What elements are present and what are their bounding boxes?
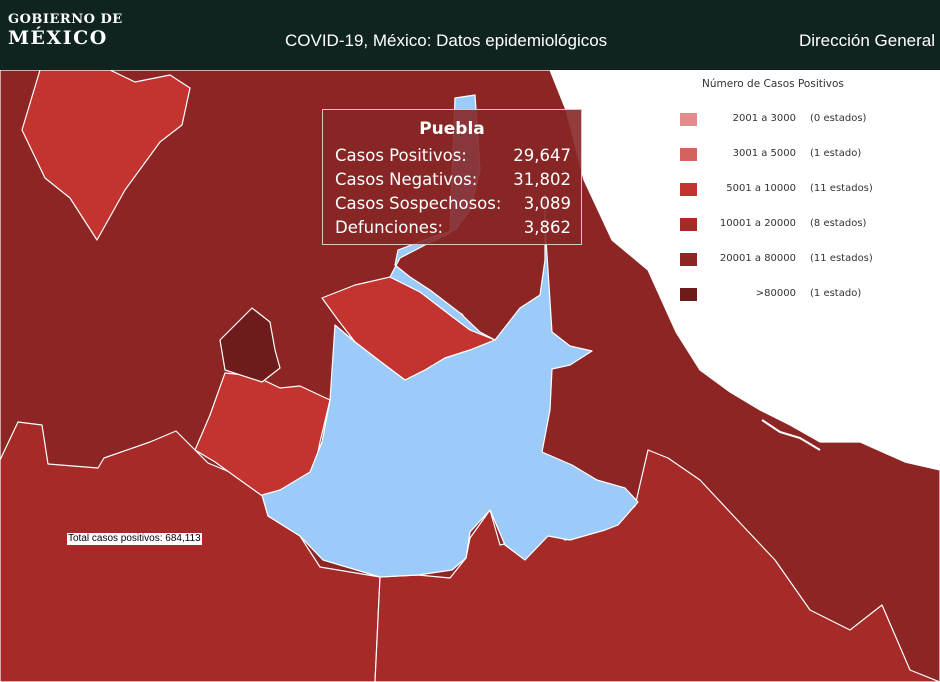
top-header: GOBIERNO DE MÉXICO COVID-19, México: Dat… (0, 0, 940, 70)
legend-range: >80000 (755, 288, 796, 299)
legend-swatch (680, 253, 697, 266)
legend-range: 20001 a 80000 (719, 253, 796, 264)
legend-item[interactable]: 20001 a 80000 (11 estados) (680, 251, 910, 267)
tooltip-value: 31,802 (513, 170, 571, 189)
legend-count: (8 estados) (810, 218, 867, 229)
tooltip-row: Casos Positivos: 29,647 (335, 146, 571, 168)
tooltip-row: Casos Sospechosos: 3,089 (335, 194, 571, 216)
tooltip-value: 3,862 (523, 218, 571, 237)
legend-range: 3001 a 5000 (732, 148, 796, 159)
tooltip-label: Casos Sospechosos: (335, 194, 502, 213)
legend-swatch (680, 218, 697, 231)
tooltip-label: Casos Negativos: (335, 170, 478, 189)
tooltip-value: 3,089 (523, 194, 571, 213)
state-tooltip: Puebla Casos Positivos: 29,647 Casos Neg… (322, 109, 582, 245)
legend-swatch (680, 288, 697, 301)
logo-line-1: GOBIERNO DE (8, 12, 123, 27)
legend-title: Número de Casos Positivos (702, 78, 844, 90)
legend-range: 2001 a 3000 (732, 113, 796, 124)
tooltip-row: Casos Negativos: 31,802 (335, 170, 571, 192)
tooltip-state-name: Puebla (419, 119, 485, 139)
legend-swatch (680, 113, 697, 126)
tooltip-label: Defunciones: (335, 218, 444, 237)
app-title: COVID-19, México: Datos epidemiológicos (285, 31, 608, 50)
legend-item[interactable]: 3001 a 5000 (1 estado) (680, 146, 910, 162)
legend-item[interactable]: >80000 (1 estado) (680, 286, 910, 302)
legend-item[interactable]: 5001 a 10000 (11 estados) (680, 181, 910, 197)
legend-count: (0 estados) (810, 113, 867, 124)
legend-swatch (680, 183, 697, 196)
tooltip-row: Defunciones: 3,862 (335, 218, 571, 240)
legend-item[interactable]: 2001 a 3000 (0 estados) (680, 111, 910, 127)
tooltip-label: Casos Positivos: (335, 146, 467, 165)
legend-count: (11 estados) (810, 183, 873, 194)
legend-swatch (680, 148, 697, 161)
direccion-general-link[interactable]: Dirección General (799, 31, 935, 51)
tooltip-value: 29,647 (513, 146, 571, 165)
gobierno-de-mexico-logo[interactable]: GOBIERNO DE MÉXICO (8, 13, 123, 48)
legend-count: (11 estados) (810, 253, 873, 264)
legend-range: 10001 a 20000 (719, 218, 796, 229)
total-positive-cases-label: Total casos positivos: 684,113 (67, 533, 202, 545)
legend-count: (1 estado) (810, 148, 862, 159)
logo-line-2: MÉXICO (8, 27, 108, 49)
legend-count: (1 estado) (810, 288, 862, 299)
legend-range: 5001 a 10000 (726, 183, 796, 194)
legend-item[interactable]: 10001 a 20000 (8 estados) (680, 216, 910, 232)
